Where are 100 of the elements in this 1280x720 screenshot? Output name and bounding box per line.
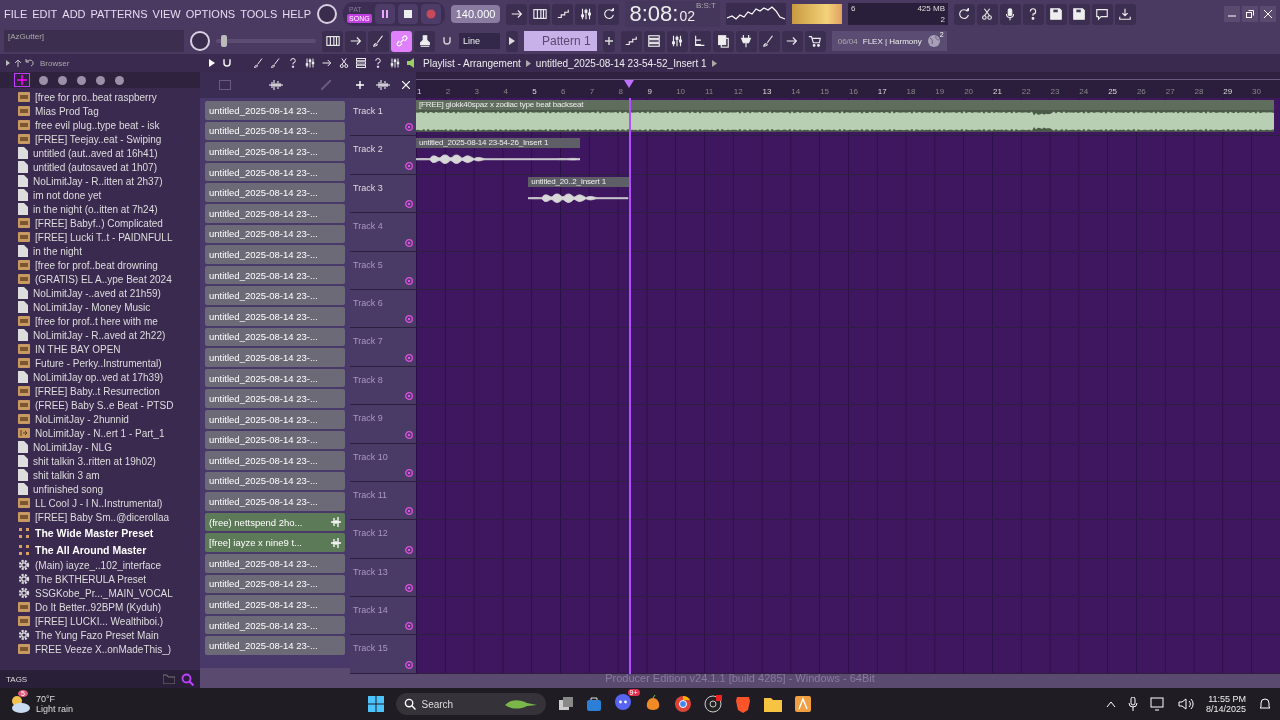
pattern-item[interactable]: untitled_2025-08-14 23-... xyxy=(205,636,345,656)
pattern-item[interactable]: untitled_2025-08-14 23-... xyxy=(205,245,345,264)
browser-item[interactable]: [free for prof..beat drowning xyxy=(18,258,200,272)
pause-button[interactable] xyxy=(374,4,395,24)
pattern-item[interactable]: untitled_2025-08-14 23-... xyxy=(205,265,345,285)
chat-app-icon[interactable] xyxy=(613,693,632,711)
menu-item[interactable]: PATTERNS xyxy=(90,8,148,20)
browser-item[interactable]: NoLimitJay - N..ert 1 - Part_1 xyxy=(18,426,200,440)
pattern-item[interactable]: untitled_2025-08-14 23-... xyxy=(205,121,345,141)
waveform-icon[interactable] xyxy=(269,80,283,90)
track-header[interactable]: Track 11 xyxy=(350,481,416,520)
toolbar-button[interactable] xyxy=(575,3,597,25)
close-button[interactable] xyxy=(1260,6,1276,22)
track-header[interactable]: Track 10 xyxy=(350,443,416,481)
pattern-item[interactable]: untitled_2025-08-14 23-... xyxy=(205,142,345,161)
folder-icon[interactable] xyxy=(763,696,782,712)
main-volume-knob[interactable] xyxy=(317,4,338,24)
menu-item[interactable]: FILE xyxy=(4,8,28,20)
pattern-item[interactable]: untitled_2025-08-14 23-... xyxy=(205,451,345,470)
toolbar-button[interactable] xyxy=(954,3,975,25)
toolbar-button[interactable] xyxy=(1092,3,1113,25)
menu-item[interactable]: VIEW xyxy=(152,8,181,20)
track-header[interactable]: Track 4 xyxy=(350,213,416,251)
browser-item[interactable]: unfinished song xyxy=(18,482,200,496)
audio-clip[interactable]: untitled_20..2_Insert 1 xyxy=(528,176,630,210)
browser-item[interactable]: The Wide Master Preset xyxy=(18,524,200,541)
menu-item[interactable]: EDIT xyxy=(32,8,58,20)
toolbar-button[interactable] xyxy=(506,3,528,25)
restore-button[interactable] xyxy=(1242,6,1258,22)
chevron-up-icon[interactable] xyxy=(1105,700,1116,708)
record-app-icon[interactable] xyxy=(703,695,722,713)
track-enable-icon[interactable] xyxy=(405,353,413,362)
toolbar-button[interactable] xyxy=(1046,3,1067,25)
browser-item[interactable]: NoLimitJay - Money Music xyxy=(18,300,200,314)
toolbar-button[interactable] xyxy=(414,30,435,52)
add-pattern-button[interactable] xyxy=(602,30,615,52)
magnet-icon[interactable] xyxy=(441,35,453,47)
browser-item[interactable]: in the night xyxy=(18,244,200,258)
browser-item[interactable]: The Yung Fazo Preset Main xyxy=(18,628,200,642)
toolbar-button[interactable] xyxy=(643,30,665,52)
browser-item[interactable]: shit talkin 3 am xyxy=(18,468,200,482)
browser-item[interactable]: IN THE BAY OPEN xyxy=(18,342,200,356)
pattern-item[interactable]: untitled_2025-08-14 23-... xyxy=(205,574,345,594)
browser-item[interactable]: (Main) iayze_..102_interface xyxy=(18,558,200,572)
pattern-item[interactable]: untitled_2025-08-14 23-... xyxy=(205,224,345,244)
browser-item[interactable]: NoLimitJay op..ved at 17h39) xyxy=(18,370,200,384)
browser-item[interactable]: The BKTHERULA Preset xyxy=(18,572,200,586)
search-icon[interactable] xyxy=(181,672,194,686)
track-header[interactable]: Track 1 xyxy=(350,98,416,136)
track-enable-icon[interactable] xyxy=(405,468,413,477)
track-header[interactable]: Track 5 xyxy=(350,251,416,289)
menu-item[interactable]: ADD xyxy=(62,8,86,20)
track-header[interactable]: Track 8 xyxy=(350,366,416,405)
microphone-icon[interactable] xyxy=(1127,697,1138,711)
waveform-icon[interactable] xyxy=(376,80,390,90)
browser-item[interactable]: Mias Prod Tag xyxy=(18,104,200,118)
audio-clip-item[interactable]: (free) nettspend 2ho... xyxy=(205,512,345,532)
track-header[interactable]: Track 2 xyxy=(350,136,416,174)
pattern-item[interactable]: untitled_2025-08-14 23-... xyxy=(205,306,345,326)
pattern-item[interactable]: untitled_2025-08-14 23-... xyxy=(205,183,345,202)
browser-item[interactable]: free evil plug..type beat - isk xyxy=(18,118,200,132)
browser-item[interactable]: (FREE) Baby S..e Beat - PTSD xyxy=(18,398,200,412)
browser-all-tab[interactable] xyxy=(14,73,30,87)
network-icon[interactable] xyxy=(1149,697,1166,711)
browser-item[interactable]: [FREE] LUCKI... Wealthiboi.) xyxy=(18,614,200,628)
browser-item[interactable]: [free for prof..t here with me xyxy=(18,314,200,328)
previous-pattern-button[interactable] xyxy=(506,30,518,52)
current-clip-name[interactable]: untitled_2025-08-14 23-54-52_Insert 1 xyxy=(535,57,707,69)
browser-item[interactable]: untitled (aut..aved at 16h41) xyxy=(18,146,200,160)
minimize-button[interactable] xyxy=(1224,6,1240,22)
audio-clip[interactable]: untitled_2025-08-14 23-54-26_Insert 1 xyxy=(416,138,581,171)
pattern-item[interactable]: untitled_2025-08-14 23-... xyxy=(205,409,345,429)
tempo-field[interactable]: 140.000 xyxy=(450,5,501,23)
toolbar-button[interactable] xyxy=(620,30,642,52)
menu-item[interactable]: TOOLS xyxy=(240,8,278,20)
link-toggle[interactable] xyxy=(391,30,412,52)
track-header[interactable]: Track 3 xyxy=(350,174,416,213)
toolbar-button[interactable] xyxy=(322,30,343,52)
pattern-item[interactable]: untitled_2025-08-14 23-... xyxy=(205,203,345,223)
browser-item[interactable]: untitled (autosaved at 1h07) xyxy=(18,160,200,174)
pattern-item[interactable]: untitled_2025-08-14 23-... xyxy=(205,471,345,491)
track-enable-icon[interactable] xyxy=(405,622,413,631)
toolbar-button[interactable] xyxy=(758,30,780,52)
track-enable-icon[interactable] xyxy=(405,545,413,554)
store-bag-icon[interactable] xyxy=(585,696,602,712)
track-enable-icon[interactable] xyxy=(405,276,413,285)
browser-item[interactable]: in the night (o..itten at 7h24) xyxy=(18,202,200,216)
track-header[interactable]: Track 13 xyxy=(350,558,416,597)
timeline-ruler[interactable]: 1 2 3 4 5 6 7 8 9 10 11 12 13 14 15 16 17 18 19 20 21 22 23 24 25 26 27 28 29 30 xyxy=(416,80,1280,98)
taskbar-clock[interactable]: 11:55 PM 8/14/2025 xyxy=(1205,694,1246,714)
track-enable-icon[interactable] xyxy=(405,123,413,132)
browser-item[interactable]: The All Around Master xyxy=(18,541,200,558)
pattern-item[interactable]: untitled_2025-08-14 23-... xyxy=(205,368,345,388)
browser-item[interactable]: LL Cool J - I N..Instrumental) xyxy=(18,496,200,510)
track-enable-icon[interactable] xyxy=(405,238,413,247)
track-enable-icon[interactable] xyxy=(405,660,413,669)
pattern-item[interactable]: untitled_2025-08-14 23-... xyxy=(205,389,345,408)
track-enable-icon[interactable] xyxy=(405,507,413,516)
pattern-item[interactable]: untitled_2025-08-14 23-... xyxy=(205,286,345,305)
master-pitch-knob[interactable] xyxy=(190,31,210,51)
